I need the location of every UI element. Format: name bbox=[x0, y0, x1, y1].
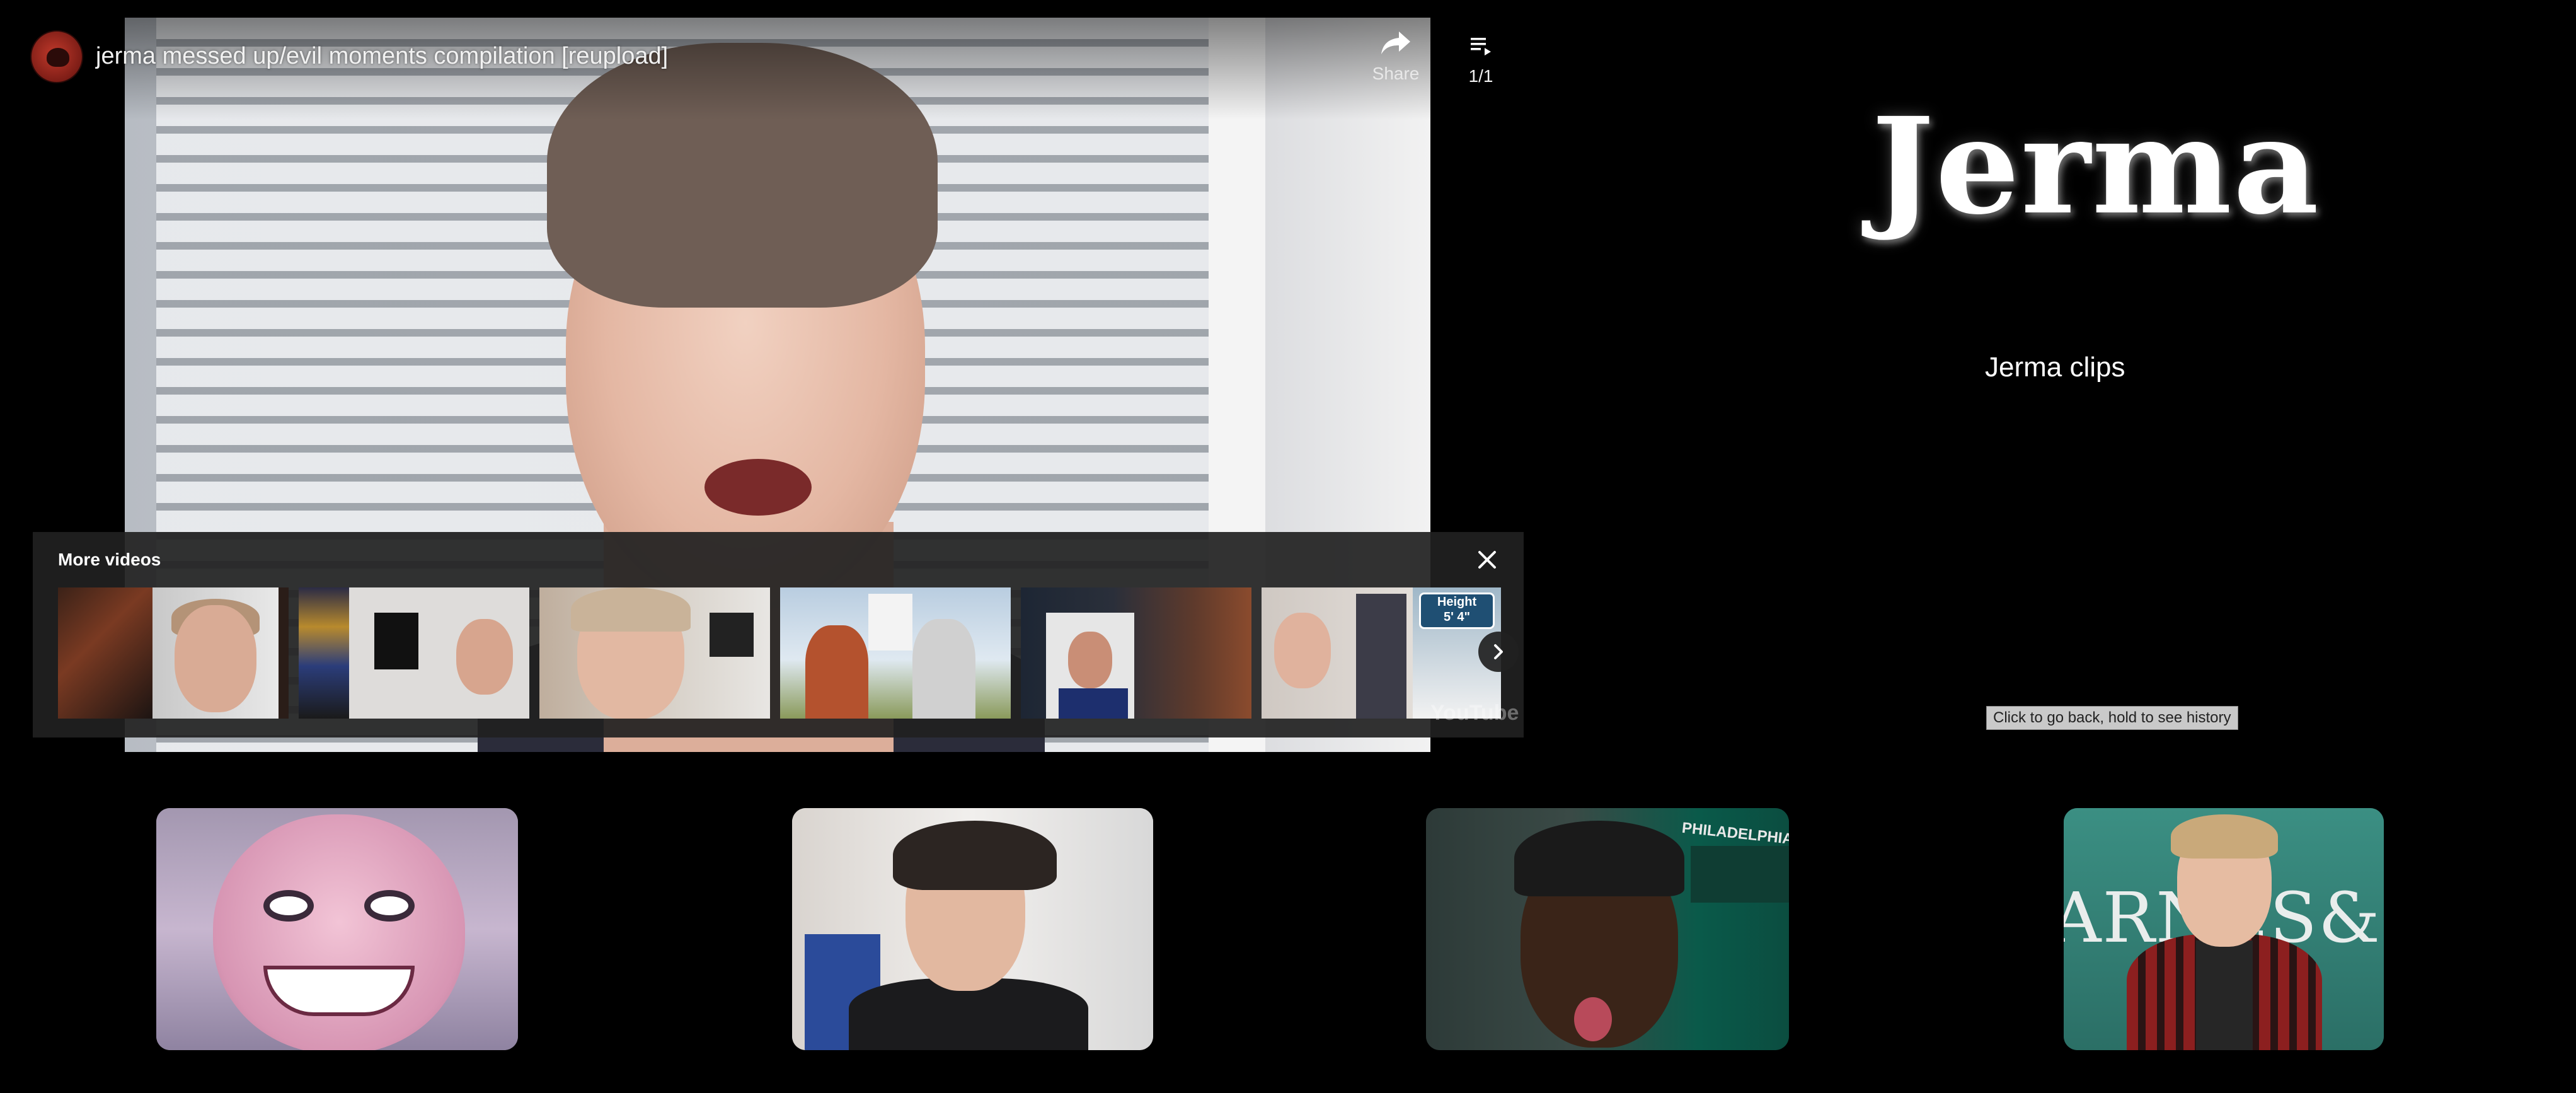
height-badge: Height 5' 4" bbox=[1419, 593, 1495, 629]
chevron-right-icon bbox=[1494, 644, 1503, 659]
share-arrow-icon bbox=[1381, 32, 1410, 54]
playlist-count: 1/1 bbox=[1468, 66, 1493, 86]
person-mouth bbox=[704, 459, 812, 516]
video-thumbnail[interactable] bbox=[299, 587, 529, 719]
video-thumbnail[interactable] bbox=[58, 587, 289, 719]
height-badge-value: 5' 4" bbox=[1443, 610, 1471, 624]
youtube-watermark[interactable]: YouTube bbox=[1430, 701, 1519, 726]
player-top-bar: jerma messed up/evil moments compilation… bbox=[0, 0, 1525, 120]
height-badge-label: Height bbox=[1437, 595, 1477, 609]
channel-avatar-icon[interactable] bbox=[30, 30, 83, 83]
video-thumbnail[interactable] bbox=[539, 587, 770, 719]
share-label: Share bbox=[1372, 64, 1420, 83]
close-button[interactable] bbox=[1473, 546, 1501, 574]
streamer-card-eagles-fan[interactable]: PHILADELPHIA EAGLES TERRITORY bbox=[1426, 808, 1789, 1050]
video-player[interactable]: jerma messed up/evil moments compilation… bbox=[0, 0, 1525, 753]
streamer-card-pewdiepie[interactable]: ARNES&NOI bbox=[2064, 808, 2384, 1050]
video-title[interactable]: jerma messed up/evil moments compilation… bbox=[96, 43, 668, 70]
video-thumbnail[interactable] bbox=[1021, 587, 1251, 719]
more-videos-panel: More videos Height 5' 4" bbox=[33, 532, 1524, 737]
thumbnail-image bbox=[299, 587, 349, 719]
close-icon bbox=[1478, 551, 1496, 569]
share-button[interactable]: Share bbox=[1367, 29, 1424, 98]
more-videos-title: More videos bbox=[58, 550, 161, 569]
video-thumbnail[interactable] bbox=[780, 587, 1011, 719]
streamer-card-xqc[interactable] bbox=[792, 808, 1153, 1050]
back-button-tooltip: Click to go back, hold to see history bbox=[1986, 706, 2238, 730]
thumbnail-image bbox=[58, 587, 152, 719]
page-subtitle: Jerma clips bbox=[1985, 352, 2125, 383]
page-title: Jerma bbox=[1872, 88, 2320, 244]
streamer-card-jerma[interactable] bbox=[156, 808, 518, 1050]
playlist-icon bbox=[1471, 38, 1491, 55]
playlist-button[interactable]: 1/1 bbox=[1462, 34, 1500, 97]
video-thumbnail[interactable]: Height 5' 4" bbox=[1262, 587, 1501, 719]
more-videos-strip: Height 5' 4" bbox=[58, 587, 1501, 719]
next-videos-button[interactable] bbox=[1478, 632, 1519, 672]
